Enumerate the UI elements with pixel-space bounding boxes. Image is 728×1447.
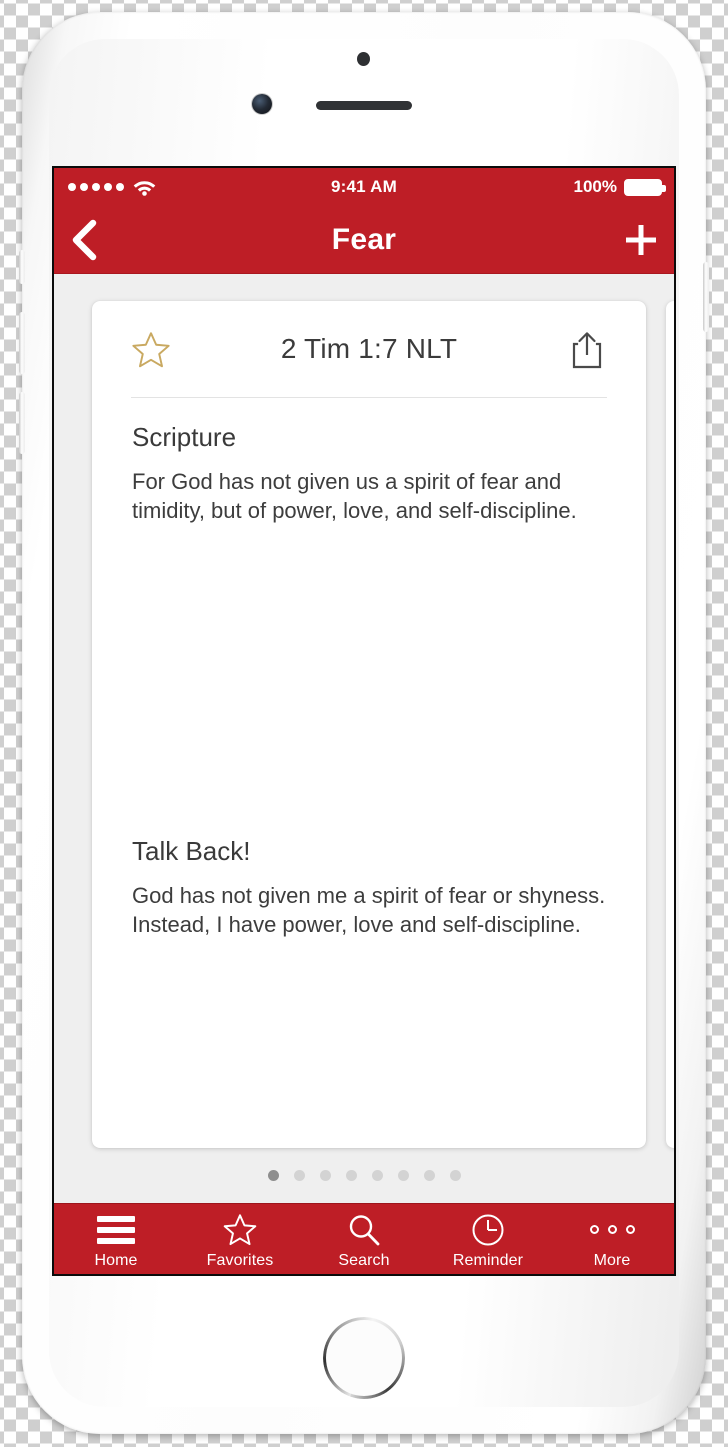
page-dot[interactable] — [293, 1170, 305, 1181]
star-outline-icon — [222, 1213, 258, 1247]
silent-switch-button[interactable] — [19, 250, 25, 284]
verse-card-header: 2 Tim 1:7 NLT — [92, 301, 646, 397]
phone-screen: 9:41 AM 100% Fear 2 Tim 1:7 NLT Scriptur… — [52, 166, 676, 1276]
tab-search-label: Search — [338, 1251, 390, 1269]
scripture-text: For God has not given us a spirit of fea… — [132, 469, 577, 524]
page-dot[interactable] — [267, 1170, 279, 1181]
talkback-text: God has not given me a spirit of fear or… — [132, 882, 606, 938]
tab-more-label: More — [593, 1251, 631, 1269]
page-dot[interactable] — [319, 1170, 331, 1181]
add-button[interactable] — [588, 206, 660, 274]
volume-up-button[interactable] — [19, 312, 25, 374]
page-dot[interactable] — [345, 1170, 357, 1181]
hamburger-menu-icon — [97, 1213, 135, 1247]
content-area: 2 Tim 1:7 NLT Scripture For God has not … — [54, 274, 674, 1203]
verse-reference: 2 Tim 1:7 NLT — [280, 333, 458, 364]
tab-more[interactable]: More — [550, 1204, 674, 1274]
navigation-bar: Fear — [54, 206, 674, 274]
power-button[interactable] — [703, 262, 709, 332]
battery-full-icon — [624, 178, 666, 196]
page-title: Fear — [331, 223, 397, 256]
home-button[interactable] — [323, 1317, 405, 1399]
tab-home[interactable]: Home — [54, 1204, 178, 1274]
verse-card[interactable]: 2 Tim 1:7 NLT Scripture For God has not … — [92, 301, 646, 1148]
tab-reminder-label: Reminder — [452, 1251, 524, 1269]
scripture-heading: Scripture — [132, 422, 237, 452]
battery-percent-label: 100% — [573, 177, 617, 196]
tab-home-label: Home — [94, 1251, 138, 1269]
tab-favorites[interactable]: Favorites — [178, 1204, 302, 1274]
talkback-section: Talk Back! God has not given me a spirit… — [92, 526, 646, 940]
talkback-heading: Talk Back! — [132, 835, 251, 866]
tab-favorites-label: Favorites — [206, 1251, 274, 1269]
status-bar: 9:41 AM 100% — [54, 168, 674, 206]
front-camera-icon — [252, 94, 272, 114]
status-bar-right: 100% — [573, 168, 666, 206]
page-dot[interactable] — [423, 1170, 435, 1181]
page-dot[interactable] — [397, 1170, 409, 1181]
plus-icon — [626, 225, 656, 255]
next-verse-card[interactable] — [666, 301, 674, 1148]
tab-bar: Home Favorites Search Reminder More — [54, 1203, 674, 1274]
tab-reminder[interactable]: Reminder — [426, 1204, 550, 1274]
page-dot[interactable] — [449, 1170, 461, 1181]
page-dot[interactable] — [371, 1170, 383, 1181]
share-button[interactable] — [564, 327, 610, 373]
scripture-section: Scripture For God has not given us a spi… — [92, 398, 646, 526]
proximity-sensor-icon — [357, 52, 370, 66]
magnifier-icon — [347, 1213, 381, 1247]
page-indicator — [54, 1170, 674, 1181]
share-icon — [572, 332, 602, 369]
volume-down-button[interactable] — [19, 392, 25, 454]
clock-icon — [471, 1213, 505, 1247]
earpiece-speaker-icon — [316, 101, 412, 110]
ellipsis-icon — [589, 1213, 635, 1247]
tab-search[interactable]: Search — [302, 1204, 426, 1274]
